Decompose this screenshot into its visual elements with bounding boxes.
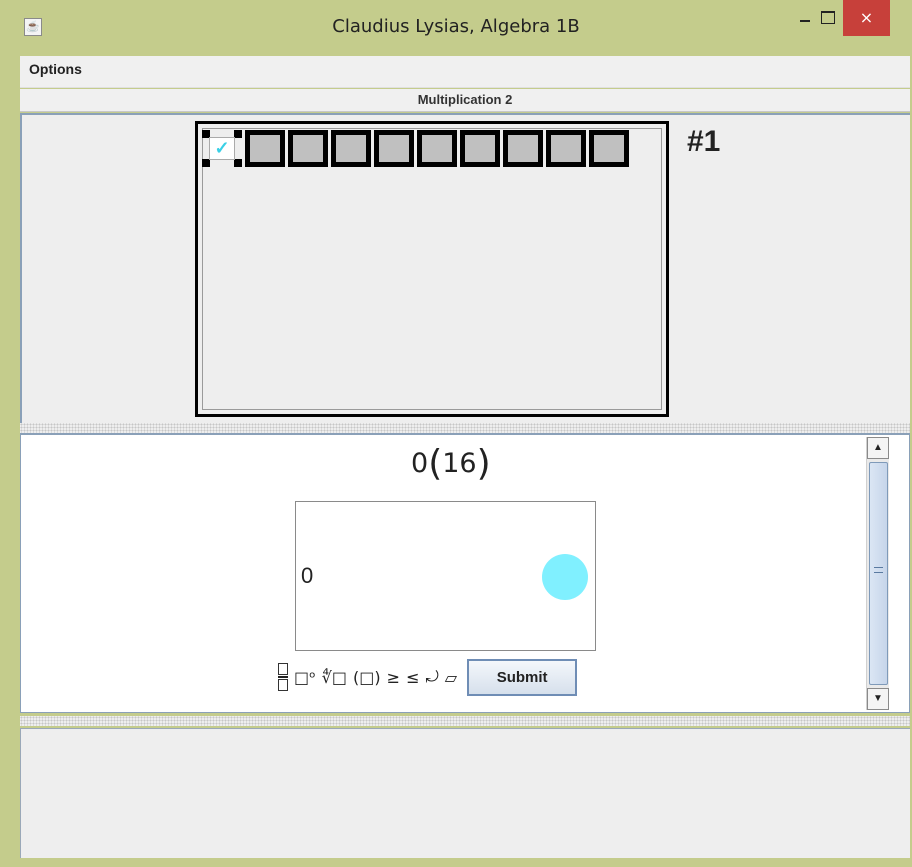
scroll-grip-icon [874, 567, 883, 573]
progress-square [503, 130, 543, 167]
progress-square [245, 130, 285, 167]
scroll-thumb[interactable] [869, 462, 888, 685]
expression-inner: 16 [442, 448, 477, 479]
progress-square [589, 130, 629, 167]
progress-squares: ✓ [202, 130, 632, 167]
progress-square [331, 130, 371, 167]
submit-button[interactable]: Submit [467, 658, 578, 696]
app-window: ☕ Claudius Lysias, Algebra 1B × Options … [0, 0, 912, 867]
menu-bar: Options [20, 56, 910, 88]
parentheses-icon[interactable]: (□) [353, 668, 381, 687]
undo-icon[interactable]: ⤾ [425, 667, 438, 687]
progress-square [288, 130, 328, 167]
greater-equal-icon[interactable]: ≥ [387, 668, 400, 687]
progress-inner [202, 128, 662, 410]
superscript-icon[interactable]: □ᵒ [294, 668, 316, 687]
problem-panel: 0(16) 0 □ᵒ ∜□ (□) ≥ ≤ ⤾ ⏥ Submit ▲ ▼ [20, 433, 910, 713]
split-divider-bottom[interactable] [20, 716, 910, 726]
split-divider-top[interactable] [20, 423, 910, 433]
less-equal-icon[interactable]: ≤ [406, 668, 419, 687]
expression-close-paren: ) [476, 443, 491, 484]
completed-mark: ✓ [202, 130, 242, 167]
progress-square [460, 130, 500, 167]
close-button[interactable]: × [843, 0, 890, 36]
scroll-up-icon[interactable]: ▲ [867, 437, 889, 459]
eraser-icon[interactable]: ⏥ [445, 668, 457, 687]
scroll-down-icon[interactable]: ▼ [867, 688, 889, 710]
root-icon[interactable]: ∜□ [322, 668, 347, 687]
fraction-icon[interactable] [278, 663, 288, 691]
problem-number: #1 [687, 125, 721, 158]
expression-open-paren: ( [428, 443, 443, 484]
maximize-button[interactable] [816, 6, 840, 30]
title-bar: ☕ Claudius Lysias, Algebra 1B × [0, 0, 912, 54]
feedback-panel [20, 728, 910, 858]
window-title: Claudius Lysias, Algebra 1B [332, 16, 580, 37]
progress-square [374, 130, 414, 167]
vertical-scrollbar[interactable]: ▲ ▼ [866, 437, 889, 710]
marker-corner [234, 159, 242, 167]
progress-panel: ✓ #1 [20, 113, 910, 425]
marker-corner [202, 159, 210, 167]
answer-value: 0 [301, 563, 314, 588]
progress-square [417, 130, 457, 167]
section-title: Multiplication 2 [20, 89, 910, 112]
menu-options[interactable]: Options [29, 61, 82, 77]
marker-corner [234, 130, 242, 138]
math-toolbar: □ᵒ ∜□ (□) ≥ ≤ ⤾ ⏥ Submit [278, 657, 578, 697]
expression-left: 0 [411, 448, 429, 479]
answer-input[interactable]: 0 [295, 501, 596, 651]
progress-square-completed: ✓ [202, 130, 242, 167]
progress-box: ✓ [195, 121, 669, 417]
progress-square [546, 130, 586, 167]
status-indicator [542, 554, 588, 600]
problem-expression: 0(16) [411, 443, 491, 484]
check-icon: ✓ [209, 137, 235, 160]
minimize-button[interactable] [793, 6, 817, 30]
